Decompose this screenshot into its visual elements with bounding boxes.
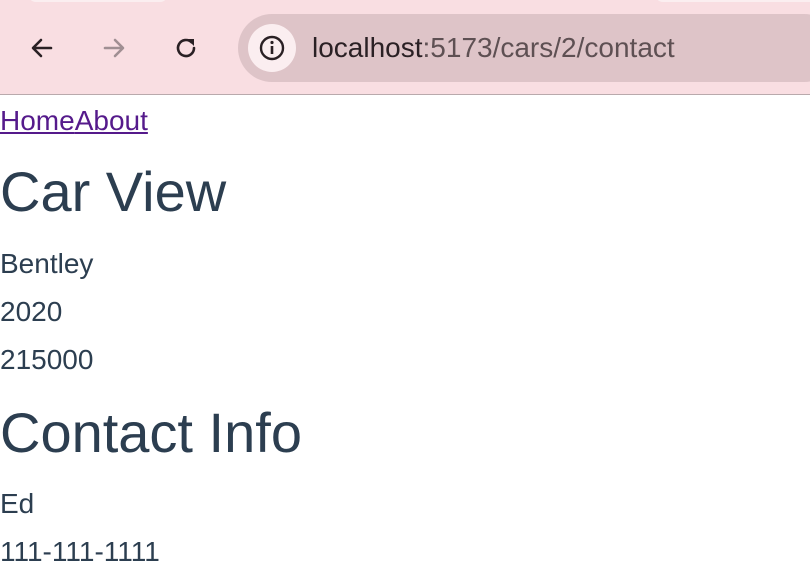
address-bar[interactable]: localhost:5173/cars/2/contact: [238, 14, 810, 82]
nav-link-home[interactable]: Home: [0, 105, 75, 136]
contact-info-heading: Contact Info: [0, 401, 302, 464]
car-view-heading: Car View: [0, 160, 227, 223]
arrow-left-icon: [31, 38, 53, 58]
arrow-right-icon: [103, 38, 125, 58]
reload-button[interactable]: [166, 28, 206, 68]
tab-edge: [28, 0, 168, 2]
info-icon: [259, 35, 285, 61]
browser-toolbar: localhost:5173/cars/2/contact: [0, 0, 810, 95]
site-info-button[interactable]: [248, 24, 296, 72]
url-host: localhost: [312, 32, 423, 63]
car-year: 2020: [0, 296, 63, 327]
back-button[interactable]: [22, 28, 62, 68]
nav-link-about[interactable]: About: [75, 105, 148, 136]
url-text[interactable]: localhost:5173/cars/2/contact: [312, 31, 675, 65]
url-path: :5173/cars/2/contact: [422, 32, 675, 63]
site-nav: HomeAbout: [0, 104, 148, 138]
reload-icon: [176, 38, 196, 58]
car-make: Bentley: [0, 248, 94, 279]
tab-edge: [655, 0, 810, 2]
forward-button[interactable]: [94, 28, 134, 68]
contact-name: Ed: [0, 488, 35, 519]
contact-phone: 111-111-1111: [0, 536, 160, 567]
car-price: 215000: [0, 344, 94, 375]
